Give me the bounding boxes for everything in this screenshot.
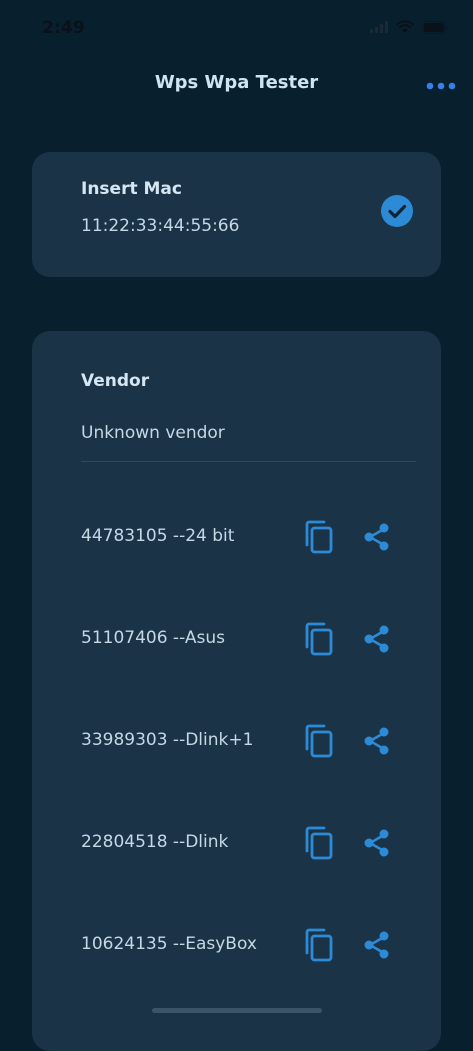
ellipsis-icon [426,75,456,94]
share-icon [360,931,394,966]
copy-icon [302,826,336,865]
divider [81,461,416,462]
vendor-value: Unknown vendor [81,423,225,443]
share-pin-button[interactable] [360,622,394,656]
mac-input-card: Insert Mac [32,152,441,277]
mac-address-input[interactable] [81,216,361,236]
share-pin-button[interactable] [360,520,394,554]
app-header: Wps Wpa Tester [0,62,473,106]
copy-icon [302,724,336,763]
pin-row: 44783105 --24 bit [32,515,441,559]
vendor-label: Vendor [81,371,150,391]
share-pin-button[interactable] [360,826,394,860]
copy-pin-button[interactable] [302,927,336,963]
pin-text: 10624135 --EasyBox [81,934,257,954]
mac-label: Insert Mac [81,179,182,199]
status-icons [370,20,449,34]
pin-text: 22804518 --Dlink [81,832,229,852]
copy-icon [302,622,336,661]
pin-row: 22804518 --Dlink [32,821,441,865]
results-card: Vendor Unknown vendor 44783105 --24 bit [32,331,441,1051]
share-pin-button[interactable] [360,724,394,758]
copy-pin-button[interactable] [302,723,336,759]
copy-icon [302,520,336,559]
pin-row: 10624135 --EasyBox [32,923,441,967]
check-circle-icon [381,195,413,231]
copy-icon [302,928,336,967]
share-pin-button[interactable] [360,928,394,962]
home-indicator [152,1008,322,1013]
pin-text: 44783105 --24 bit [81,526,235,546]
wifi-icon [396,20,414,34]
pin-text: 33989303 --Dlink+1 [81,730,254,750]
share-icon [360,625,394,660]
share-icon [360,829,394,864]
status-bar: 2:49 [0,0,473,60]
copy-pin-button[interactable] [302,621,336,657]
more-options-button[interactable] [423,70,459,98]
pin-text: 51107406 --Asus [81,628,225,648]
page-title: Wps Wpa Tester [154,72,319,93]
pin-row: 51107406 --Asus [32,617,441,661]
share-icon [360,727,394,762]
cellular-signal-icon [370,21,388,33]
copy-pin-button[interactable] [302,825,336,861]
share-icon [360,523,394,558]
status-time: 2:49 [42,18,86,38]
copy-pin-button[interactable] [302,519,336,555]
battery-icon [422,20,449,34]
pin-row: 33989303 --Dlink+1 [32,719,441,763]
confirm-mac-button[interactable] [381,195,413,227]
